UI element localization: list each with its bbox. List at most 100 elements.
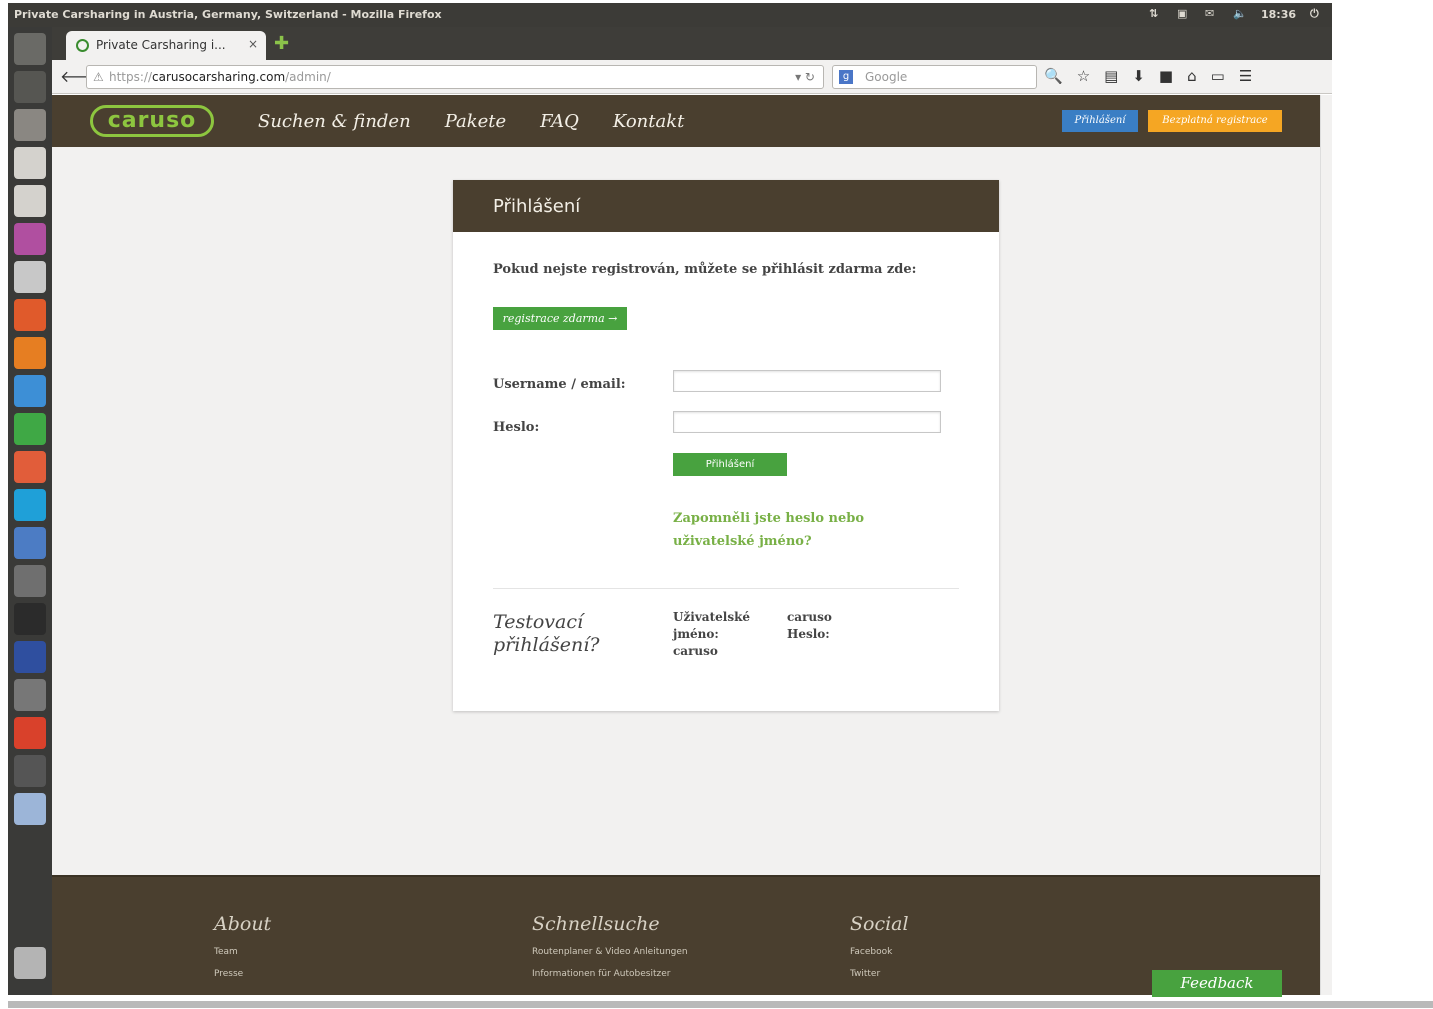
footer-about: About Team Presse (214, 913, 271, 979)
url-bar[interactable]: ⚠ https://carusocarsharing.com/admin/ ▾ … (86, 65, 824, 89)
home-icon[interactable]: ⌂ (1187, 67, 1197, 85)
window-titlebar: Private Carsharing in Austria, Germany, … (8, 3, 1332, 27)
tab-title: Private Carsharing i... (96, 38, 226, 52)
power-icon[interactable]: ⏻ (1310, 7, 1324, 21)
close-tab-icon[interactable]: × (248, 37, 258, 51)
app-icon[interactable] (14, 717, 46, 749)
favicon-icon (76, 39, 89, 52)
main-content: Přihlášení Pokud nejste registrován, můž… (52, 147, 1320, 875)
drive-icon[interactable] (14, 147, 46, 179)
app-icon[interactable] (14, 603, 46, 635)
settings-icon[interactable] (14, 261, 46, 293)
caruso-logo[interactable]: caruso (90, 105, 214, 137)
app-icon[interactable] (14, 679, 46, 711)
keyboard-icon[interactable]: ▣ (1177, 7, 1191, 21)
lock-warning-icon[interactable]: ⚠ (93, 70, 104, 84)
software-center-icon[interactable] (14, 299, 46, 331)
tab-active[interactable]: Private Carsharing i... × (66, 31, 266, 60)
writer-icon[interactable] (14, 375, 46, 407)
clipboard-icon[interactable]: ▤ (1104, 67, 1118, 85)
main-nav: Suchen & finden Pakete FAQ Kontakt (258, 111, 684, 132)
app-icon[interactable] (14, 565, 46, 597)
workspace-icon[interactable] (14, 223, 46, 255)
launcher (8, 27, 52, 995)
search-placeholder: Google (865, 70, 908, 84)
firefox-icon[interactable] (14, 337, 46, 369)
footer-link-owners[interactable]: Informationen für Autobesitzer (532, 969, 688, 979)
app-icon[interactable] (14, 793, 46, 825)
footer-link-twitter[interactable]: Twitter (850, 969, 909, 979)
bookmark-star-icon[interactable]: ☆ (1077, 67, 1090, 85)
drive-icon[interactable] (14, 185, 46, 217)
files-icon[interactable] (14, 71, 46, 103)
trash-icon[interactable] (14, 947, 46, 979)
url-path: /admin/ (285, 70, 331, 84)
calc-icon[interactable] (14, 413, 46, 445)
footer-link-facebook[interactable]: Facebook (850, 947, 909, 957)
new-tab-button[interactable]: ✚ (274, 33, 289, 54)
volume-icon[interactable]: 🔈 (1233, 7, 1247, 21)
search-icon[interactable]: 🔍 (1044, 67, 1063, 85)
footer-link-route[interactable]: Routenplaner & Video Anleitungen (532, 947, 688, 957)
test-pass-label: Heslo: (787, 627, 830, 641)
app-icon[interactable] (14, 641, 46, 673)
login-heading: Přihlášení (453, 180, 999, 232)
test-user-value: caruso (787, 610, 832, 624)
clock[interactable]: 18:36 (1261, 8, 1296, 21)
divider (493, 588, 959, 589)
test-credentials-col2: caruso Heslo: (787, 609, 867, 643)
bottom-border (8, 1001, 1433, 1008)
register-intro: Pokud nejste registrován, můžete se přih… (493, 262, 917, 277)
system-tray: ⇅ ▣ ✉ 🔈 18:36 ⏻ (1149, 7, 1324, 21)
test-user-label: Uživatelské jméno: (673, 610, 751, 641)
register-free-button[interactable]: registrace zdarma → (493, 307, 627, 330)
header-login-button[interactable]: Přihlášení (1062, 110, 1138, 132)
nav-contact[interactable]: Kontakt (613, 111, 685, 132)
url-host: carusocarsharing.com (152, 70, 286, 84)
drive-icon[interactable] (14, 109, 46, 141)
addon-icon[interactable]: ■ (1159, 67, 1173, 85)
pocket-icon[interactable]: ▭ (1211, 67, 1225, 85)
dash-icon[interactable] (14, 33, 46, 65)
test-credentials-col1: Uživatelské jméno: caruso (673, 609, 773, 660)
password-label: Heslo: (493, 420, 540, 435)
download-icon[interactable]: ⬇ (1132, 67, 1145, 85)
header-register-button[interactable]: Bezplatná registrace (1148, 110, 1282, 132)
footer-link-team[interactable]: Team (214, 947, 271, 957)
page-scrollbar[interactable] (1320, 95, 1332, 995)
username-field[interactable] (673, 370, 941, 392)
back-arrow-icon[interactable]: 🡐 (60, 66, 103, 88)
reload-icon[interactable]: ▾ ↻ (795, 70, 815, 84)
site-header: caruso Suchen & finden Pakete FAQ Kontak… (52, 95, 1320, 147)
footer-quicksearch: Schnellsuche Routenplaner & Video Anleit… (532, 913, 688, 979)
toolbar-icons: 🔍 ☆ ▤ ⬇ ■ ⌂ ▭ ☰ (1044, 67, 1252, 85)
username-label: Username / email: (493, 377, 626, 392)
window-title: Private Carsharing in Austria, Germany, … (14, 8, 442, 21)
site-footer: About Team Presse Schnellsuche Routenpla… (52, 875, 1320, 997)
password-field[interactable] (673, 411, 941, 433)
footer-social: Social Facebook Twitter (850, 913, 909, 979)
login-submit-button[interactable]: Přihlášení (673, 453, 787, 476)
url-scheme: https:// (109, 70, 153, 84)
app-icon[interactable] (14, 755, 46, 787)
footer-about-heading: About (214, 913, 272, 935)
search-bar[interactable]: g Google (832, 65, 1037, 89)
impress-icon[interactable] (14, 451, 46, 483)
network-icon[interactable]: ⇅ (1149, 7, 1163, 21)
navigation-toolbar: 🡐 ⚠ https://carusocarsharing.com/admin/ … (52, 60, 1332, 94)
nav-search[interactable]: Suchen & finden (258, 111, 411, 132)
tab-bar: Private Carsharing i... × ✚ (52, 27, 1332, 60)
search-engine-icon[interactable]: g (839, 70, 853, 84)
nav-packages[interactable]: Pakete (445, 111, 506, 132)
feedback-button[interactable]: Feedback (1152, 970, 1282, 997)
forgot-password-link[interactable]: Zapomněli jste heslo nebo uživatelské jm… (673, 507, 943, 553)
app-icon[interactable] (14, 527, 46, 559)
mail-icon[interactable]: ✉ (1205, 7, 1219, 21)
nav-faq[interactable]: FAQ (540, 111, 579, 132)
menu-icon[interactable]: ☰ (1239, 67, 1252, 85)
test-login-title: Testovací přihlášení? (493, 611, 600, 656)
login-card: Přihlášení Pokud nejste registrován, můž… (453, 180, 999, 711)
footer-social-heading: Social (850, 913, 909, 935)
skype-icon[interactable] (14, 489, 46, 521)
footer-link-press[interactable]: Presse (214, 969, 271, 979)
